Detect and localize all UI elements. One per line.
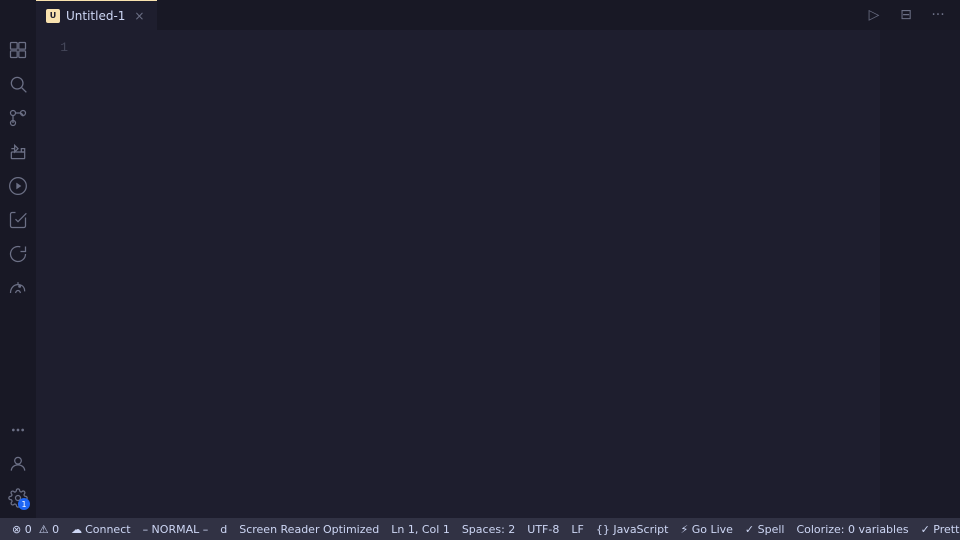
title-bar-actions: ▷ ⊟ ··· — [860, 4, 960, 26]
spaces[interactable]: Spaces: 2 — [456, 523, 521, 536]
status-right: d Screen Reader Optimized Ln 1, Col 1 Sp… — [214, 521, 960, 537]
go-live[interactable]: ⚡ Go Live — [674, 523, 738, 536]
spell-label: ✓ Spell — [745, 523, 785, 536]
split-editor-button[interactable]: ⊟ — [892, 4, 920, 26]
more-icon[interactable] — [2, 414, 34, 446]
line-number: 1 — [36, 38, 68, 57]
tab-file-icon: U — [46, 9, 60, 23]
status-left: ⊗ 0 ⚠ 0 ☁ Connect – NORMAL – — [6, 523, 214, 536]
encoding-label: UTF-8 — [527, 523, 559, 536]
errors-warnings[interactable]: ⊗ 0 ⚠ 0 — [6, 523, 65, 536]
prettier-label: ✓ Prettier — [921, 523, 960, 536]
editor-content: 1 — [36, 30, 960, 518]
tab-untitled-1[interactable]: U Untitled-1 × — [36, 0, 157, 30]
connect-button[interactable]: ☁ Connect — [65, 523, 136, 536]
tab-close-button[interactable]: × — [131, 8, 147, 24]
editor-area[interactable]: 1 — [36, 30, 960, 518]
explorer-icon[interactable] — [2, 34, 34, 66]
language-label: {} JavaScript — [596, 523, 669, 536]
line-numbers: 1 — [36, 30, 76, 518]
extensions-icon[interactable] — [2, 136, 34, 168]
remote-icon[interactable] — [2, 238, 34, 270]
main-area: 1 1 — [0, 30, 960, 518]
vim-mode[interactable]: – NORMAL – — [137, 523, 215, 536]
accounts-icon[interactable] — [2, 448, 34, 480]
connect-label: Connect — [85, 523, 130, 536]
tab-label: Untitled-1 — [66, 9, 125, 23]
line-ending[interactable]: LF — [565, 523, 589, 536]
whale-icon[interactable] — [2, 272, 34, 304]
colorize-label: Colorize: 0 variables — [796, 523, 908, 536]
line-ending-label: LF — [571, 523, 583, 536]
spell-check[interactable]: ✓ Spell — [739, 523, 791, 536]
encoding[interactable]: UTF-8 — [521, 523, 565, 536]
testing-icon[interactable] — [2, 204, 34, 236]
cursor-position[interactable]: Ln 1, Col 1 — [385, 523, 456, 536]
title-bar: U Untitled-1 × ▷ ⊟ ··· — [0, 0, 960, 30]
settings-icon[interactable]: 1 — [2, 482, 34, 514]
spaces-label: Spaces: 2 — [462, 523, 515, 536]
activity-bar: 1 — [0, 30, 36, 518]
language-mode[interactable]: {} JavaScript — [590, 523, 675, 536]
source-control-icon[interactable] — [2, 102, 34, 134]
minimap — [880, 30, 960, 518]
prettier[interactable]: ✓ Prettier — [915, 523, 960, 536]
colorize[interactable]: Colorize: 0 variables — [790, 523, 914, 536]
run-button[interactable]: ▷ — [860, 4, 888, 26]
editor-text[interactable] — [76, 30, 880, 518]
screen-reader[interactable]: Screen Reader Optimized — [233, 523, 385, 536]
more-actions-button[interactable]: ··· — [924, 4, 952, 26]
run-debug-icon[interactable] — [2, 170, 34, 202]
vim-mode-label: – NORMAL – — [143, 523, 209, 536]
search-icon[interactable] — [2, 68, 34, 100]
cursor-position-label: Ln 1, Col 1 — [391, 523, 450, 536]
go-live-label: ⚡ Go Live — [680, 523, 732, 536]
file-type[interactable]: d — [214, 523, 233, 536]
screen-reader-label: Screen Reader Optimized — [239, 523, 379, 536]
tab-area: U Untitled-1 × — [36, 0, 157, 30]
status-bar: ⊗ 0 ⚠ 0 ☁ Connect – NORMAL – d Screen Re… — [0, 518, 960, 540]
settings-badge: 1 — [18, 498, 30, 510]
file-type-label: d — [220, 523, 227, 536]
